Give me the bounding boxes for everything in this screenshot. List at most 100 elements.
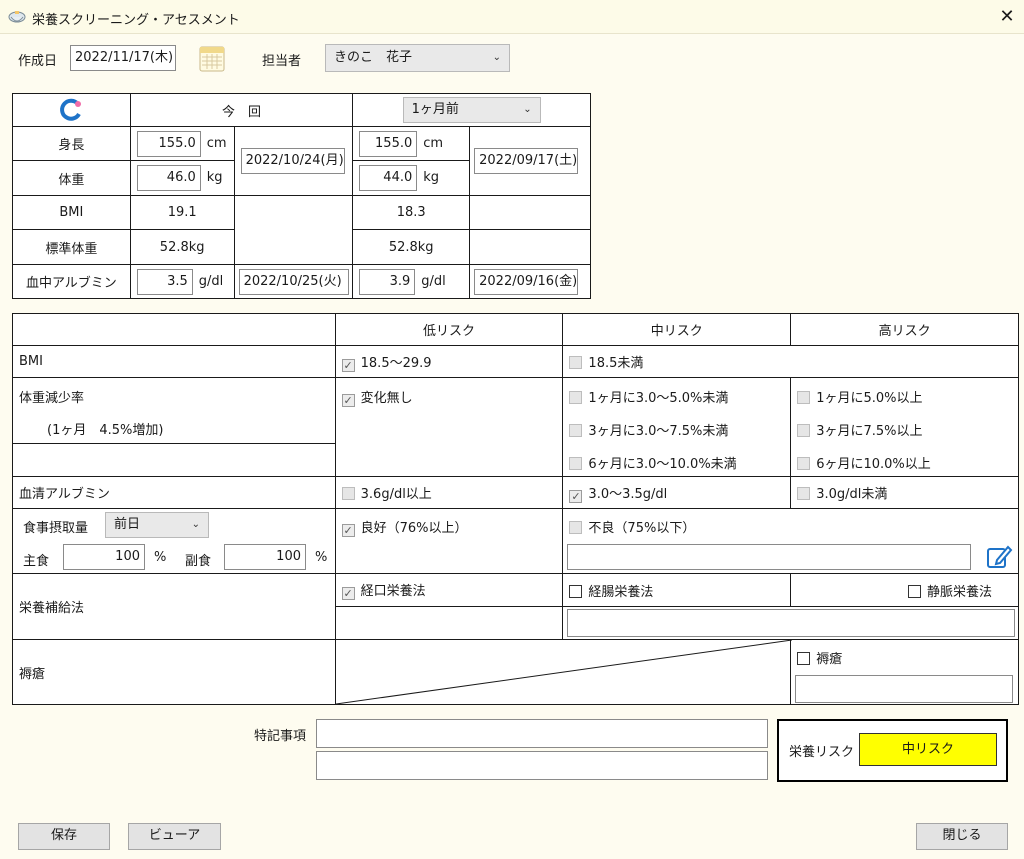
intake-mid-cell: 不良（75%以下） [562,508,1019,574]
intake-label-cell: 食事摂取量 前日 ⌄ 主食 100 % 副食 100 % [12,508,336,574]
weight-loss-high-3m-checkbox[interactable] [797,424,811,437]
notes-input-1[interactable] [316,719,768,748]
bmi-low-text: 18.5～29.9 [360,355,432,371]
chevron-down-icon: ⌄ [492,52,501,63]
serum-albumin-high-checkbox[interactable] [797,487,811,500]
weight-loss-mid-1m-checkbox[interactable] [569,391,583,404]
empty-cell [334,606,564,640]
weight-current-input[interactable]: 46.0 [136,165,201,191]
main-dish-pct: % [154,550,167,565]
empty-cell [469,195,591,230]
intake-low-text: 良好（76%以上） [360,521,468,536]
bmi-row-label: BMI [12,345,336,378]
supplement-oral-checkbox[interactable]: ✓ [341,587,355,600]
weight-prev-input[interactable]: 44.0 [359,165,418,191]
weight-loss-low-text: 変化無し [360,391,413,406]
viewer-button[interactable]: ビューア [128,823,221,850]
close-window-button[interactable]: ✕ [994,4,1020,30]
albumin-prev-input[interactable]: 3.9 [359,269,416,295]
std-weight-current: 52.8kg [129,229,235,265]
weight-loss-high-6m-checkbox[interactable] [797,457,811,470]
hw-prev-date-field[interactable]: 2022/09/17(土) [474,148,579,174]
nutrition-risk-box: 栄養リスク 中リスク [777,719,1008,782]
intake-low-checkbox[interactable]: ✓ [341,524,355,537]
created-date-field[interactable]: 2022/11/17(木) [70,45,176,71]
albumin-label: 血中アルブミン [12,264,131,299]
weight-loss-high-6m-text: 6ヶ月に10.0%以上 [816,457,931,472]
supplement-enteral-checkbox[interactable] [569,584,583,598]
high-risk-header: 高リスク [790,313,1019,346]
albumin-prev-cell: 3.9 g/dl [352,264,471,299]
notes-input-2[interactable] [316,751,768,780]
serum-albumin-low-checkbox[interactable] [341,487,355,500]
albumin-current-date-field[interactable]: 2022/10/25(火) [238,269,349,295]
edit-icon[interactable] [985,543,1013,571]
serum-albumin-label: 血清アルブミン [12,476,336,509]
intake-period-value: 前日 [114,517,141,532]
weight-loss-mid-3m-checkbox[interactable] [569,424,583,437]
serum-albumin-mid-checkbox[interactable]: ✓ [569,489,583,503]
pressure-ulcer-text: 褥瘡 [816,652,843,667]
refresh-cell [12,93,131,127]
chevron-down-icon: ⌄ [523,104,532,115]
nutrition-risk-label: 栄養リスク [789,745,855,760]
save-button[interactable]: 保存 [18,823,110,850]
main-dish-input[interactable]: 100 [63,544,145,570]
hw-current-date-cell: 2022/10/24(月) [233,126,354,196]
staff-select[interactable]: きのこ 花子 ⌄ [325,44,510,72]
pressure-na-cell [334,639,792,705]
bmi-mid-checkbox[interactable] [569,356,583,369]
calendar-icon[interactable] [198,43,226,73]
empty-cell [12,443,336,477]
weight-loss-mid-cell: 1ヶ月に3.0～5.0%未満 3ヶ月に3.0～7.5%未満 6ヶ月に3.0～10… [562,377,792,477]
weight-prev-cell: 44.0 kg [352,160,471,196]
diagonal-line [335,640,792,705]
hw-current-date-field[interactable]: 2022/10/24(月) [240,148,345,174]
empty-header-cell [12,313,336,346]
pressure-ulcer-label: 褥瘡 [12,639,336,705]
albumin-prev-date-field[interactable]: 2022/09/16(金) [474,269,579,295]
albumin-current-input[interactable]: 3.5 [136,269,193,295]
supplement-oral-text: 経口栄養法 [360,584,426,599]
compare-period-select[interactable]: 1ヶ月前 ⌄ [402,97,541,123]
height-current-input[interactable]: 155.0 [136,131,201,157]
current-header: 今 回 [129,93,354,127]
hw-prev-date-cell: 2022/09/17(土) [469,126,591,196]
side-dish-input[interactable]: 100 [224,544,306,570]
height-prev-unit: cm [423,136,444,151]
weight-prev-unit: kg [423,170,440,185]
bmi-low-checkbox[interactable]: ✓ [341,358,355,372]
weight-loss-high-1m-checkbox[interactable] [797,391,811,404]
weight-loss-high-cell: 1ヶ月に5.0%以上 3ヶ月に7.5%以上 6ヶ月に10.0%以上 [790,377,1019,477]
weight-loss-mid-6m-checkbox[interactable] [569,457,583,470]
serum-albumin-low-text: 3.6g/dl以上 [360,487,432,502]
supplement-iv-text: 静脈栄養法 [926,584,992,600]
chevron-down-icon: ⌄ [191,519,200,530]
serum-albumin-low-cell: 3.6g/dl以上 [334,476,564,509]
close-button[interactable]: 閉じる [916,823,1008,850]
supplement-note-input[interactable] [567,609,1016,637]
bmi-current: 19.1 [129,195,235,230]
empty-cell [233,195,354,265]
pressure-ulcer-checkbox[interactable] [797,652,811,665]
weight-current-cell: 46.0 kg [129,160,235,196]
low-risk-header: 低リスク [334,313,564,346]
weight-loss-low-checkbox[interactable]: ✓ [341,394,355,407]
refresh-icon[interactable] [58,97,84,123]
staff-label: 担当者 [262,54,302,69]
side-dish-pct: % [315,550,328,565]
staff-select-value: きのこ 花子 [334,50,413,65]
compare-period-value: 1ヶ月前 [411,102,459,117]
intake-comment-input[interactable] [567,544,972,570]
serum-albumin-high-text: 3.0g/dl未満 [816,487,888,502]
intake-mid-checkbox[interactable] [569,521,583,534]
supplement-iv-cell: 静脈栄養法 [790,573,1019,607]
bmi-label: BMI [12,195,131,230]
pressure-note-input[interactable] [795,675,1014,703]
intake-period-select[interactable]: 前日 ⌄ [105,512,209,538]
height-prev-input[interactable]: 155.0 [359,131,418,157]
weight-loss-mid-3m-text: 3ヶ月に3.0～7.5%未満 [588,424,729,439]
weight-label: 体重 [12,160,131,196]
height-label: 身長 [12,126,131,161]
supplement-iv-checkbox[interactable] [907,584,921,598]
